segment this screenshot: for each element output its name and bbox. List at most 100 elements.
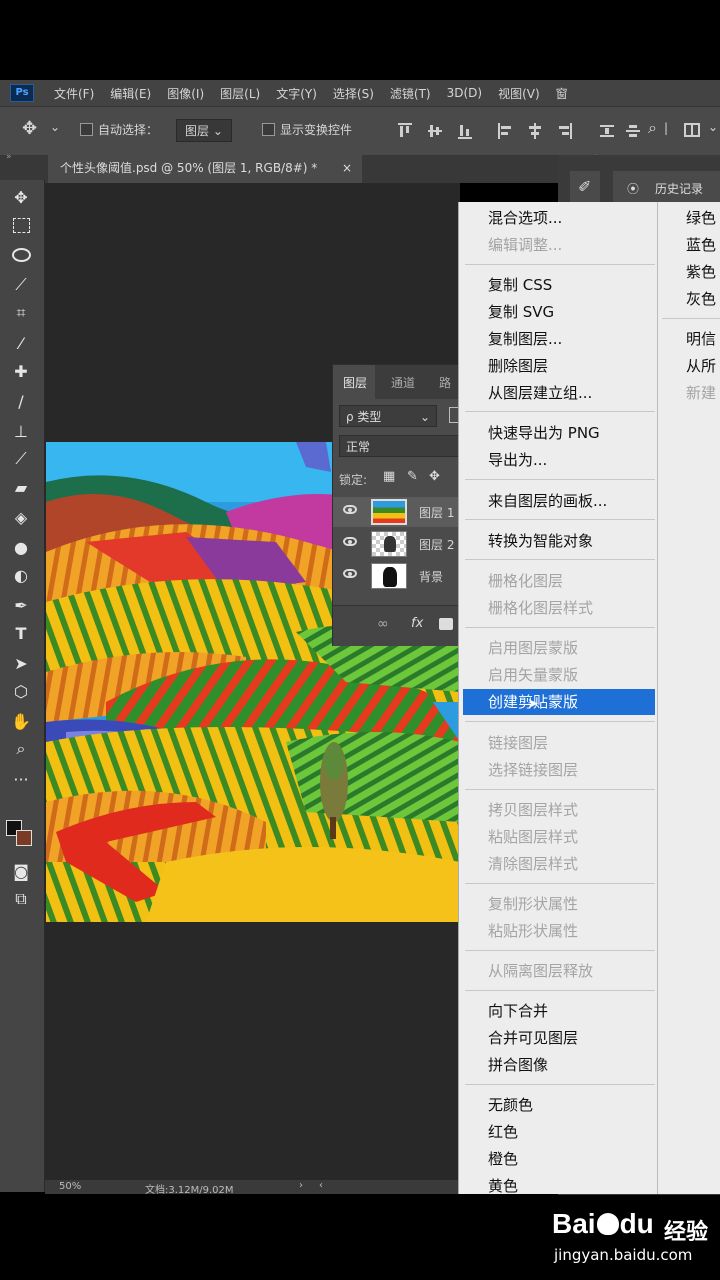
menu-image[interactable]: 图像(I) (167, 85, 204, 102)
chevron-right-icon[interactable]: › (299, 1180, 303, 1191)
screen-mode-icon[interactable]: ⧉ (10, 888, 32, 910)
menu-item[interactable]: 橙色 (488, 1149, 518, 1169)
shape-tool-icon[interactable]: ⬡ (10, 680, 32, 702)
hand-tool-icon[interactable]: ✋ (10, 710, 32, 732)
document-tab[interactable]: 个性头像阈值.psd @ 50% (图层 1, RGB/8#) * × (48, 155, 362, 183)
menu-item[interactable]: 复制 CSS (488, 275, 552, 295)
distribute-icon[interactable] (600, 123, 614, 139)
search-icon[interactable]: ⌕ (648, 118, 657, 138)
menu-bar: Ps 文件(F) 编辑(E) 图像(I) 图层(L) 文字(Y) 选择(S) 滤… (0, 80, 720, 106)
background-color-swatch[interactable] (16, 830, 32, 846)
menu-item[interactable]: 转换为智能对象 (488, 531, 593, 551)
menu-separator (465, 519, 655, 520)
paint-bucket-icon[interactable]: ◈ (10, 506, 32, 528)
collapse-arrows-icon[interactable]: » (6, 152, 12, 162)
blur-tool-icon[interactable]: ● (10, 536, 32, 558)
link-icon[interactable]: ∞ (377, 616, 389, 632)
align-vcenter-icon[interactable] (428, 123, 442, 139)
align-hcenter-icon[interactable] (528, 123, 542, 139)
menu-item[interactable]: 拼合图像 (488, 1055, 548, 1075)
quick-select-tool-icon[interactable]: ⟋ (10, 274, 32, 296)
pen-tool-icon[interactable]: ✒ (10, 594, 32, 616)
menu-item[interactable]: 删除图层 (488, 356, 548, 376)
path-select-icon[interactable]: ➤ (10, 652, 32, 674)
move-tool-icon[interactable]: ✥ (22, 118, 37, 139)
lasso-tool-icon[interactable] (10, 244, 32, 266)
tab-paths[interactable]: 路 (439, 374, 451, 391)
history-panel-tab[interactable]: ⦿ 历史记录 (613, 171, 720, 205)
eyedropper-tool-icon[interactable]: ⁄ (10, 332, 32, 354)
menu-item[interactable]: 导出为... (488, 450, 547, 470)
lock-position-icon[interactable]: ✥ (429, 469, 440, 484)
menu-item[interactable]: 合并可见图层 (488, 1028, 578, 1048)
healing-brush-icon[interactable]: ✚ (10, 360, 32, 382)
chevron-down-icon[interactable]: ⌄ (708, 120, 718, 134)
menu-item[interactable]: 灰色 (686, 289, 716, 309)
menu-item[interactable]: 复制 SVG (488, 302, 554, 322)
menu-item[interactable]: 无颜色 (488, 1095, 533, 1115)
menu-item[interactable]: 复制图层... (488, 329, 562, 349)
lock-paint-icon[interactable]: ✎ (407, 469, 418, 484)
brush-panel-icon[interactable]: ✐ (570, 171, 600, 205)
menu-layer[interactable]: 图层(L) (220, 85, 260, 102)
crop-tool-icon[interactable]: ⌗ (10, 302, 32, 324)
menu-item[interactable]: 紫色 (686, 262, 716, 282)
menu-select[interactable]: 选择(S) (333, 85, 374, 102)
menu-item[interactable]: 向下合并 (488, 1001, 548, 1021)
align-left-icon[interactable] (498, 123, 512, 139)
eye-icon[interactable] (343, 505, 357, 514)
menu-filter[interactable]: 滤镜(T) (390, 85, 431, 102)
quick-mask-icon[interactable]: ◙ (10, 860, 32, 882)
align-bottom-icon[interactable] (458, 123, 472, 139)
tab-channels[interactable]: 通道 (391, 374, 415, 391)
menu-file[interactable]: 文件(F) (54, 85, 94, 102)
menu-item[interactable]: 来自图层的画板... (488, 491, 607, 511)
distribute-vcenter-icon[interactable] (626, 123, 640, 139)
marquee-tool-icon[interactable] (10, 214, 32, 236)
menu-3d[interactable]: 3D(D) (447, 86, 482, 100)
menu-type[interactable]: 文字(Y) (276, 85, 317, 102)
workspace-icon[interactable] (684, 123, 700, 137)
blend-mode-dropdown[interactable]: 正常 (339, 435, 463, 457)
menu-edit[interactable]: 编辑(E) (110, 85, 151, 102)
dodge-tool-icon[interactable]: ◐ (10, 564, 32, 586)
chevron-down-icon[interactable]: ⌄ (50, 120, 60, 134)
show-transform-checkbox[interactable]: 显示变换控件 (262, 121, 352, 138)
auto-select-dropdown[interactable]: 图层 ⌄ (176, 119, 232, 142)
menu-item[interactable]: 蓝色 (686, 235, 716, 255)
eye-icon[interactable] (343, 537, 357, 546)
tab-layers-label: 图层 (343, 376, 368, 390)
close-icon[interactable]: × (342, 155, 352, 181)
menu-item[interactable]: 明信 (686, 329, 716, 349)
mask-icon[interactable] (439, 618, 453, 630)
align-right-icon[interactable] (558, 123, 572, 139)
history-brush-icon[interactable]: ⟋ (10, 448, 32, 470)
layer-filter-dropdown[interactable]: ρ 类型 ⌄ (339, 405, 437, 427)
menu-item[interactable]: 黄色 (488, 1176, 518, 1194)
menu-item[interactable]: 从所 (686, 356, 716, 376)
chevron-left-icon[interactable]: ‹ (319, 1180, 323, 1191)
more-tools-icon[interactable]: ··· (10, 768, 32, 790)
stamp-tool-icon[interactable]: ⊥ (10, 420, 32, 442)
menu-item[interactable]: 从图层建立组... (488, 383, 592, 403)
zoom-level[interactable]: 50% (59, 1181, 81, 1192)
eye-icon[interactable] (343, 569, 357, 578)
menu-view[interactable]: 视图(V) (498, 85, 540, 102)
brush-tool-icon[interactable]: / (10, 390, 32, 412)
type-tool-icon[interactable]: T (10, 622, 32, 644)
auto-select-checkbox[interactable]: 自动选择： (80, 121, 158, 138)
menu-window[interactable]: 窗 (556, 85, 568, 102)
eraser-tool-icon[interactable]: ▰ (10, 476, 32, 498)
menu-item[interactable]: 绿色 (686, 208, 716, 228)
menu-item[interactable]: 红色 (488, 1122, 518, 1142)
fx-icon[interactable]: fx (411, 616, 423, 631)
align-top-icon[interactable] (398, 123, 412, 139)
lock-transparent-icon[interactable]: ▦ (383, 469, 395, 484)
menu-item[interactable]: 混合选项... (488, 208, 562, 228)
layer-row[interactable]: 背景 (333, 561, 463, 591)
menu-item[interactable]: 快速导出为 PNG (488, 423, 600, 443)
zoom-tool-icon[interactable]: ⌕ (10, 738, 32, 760)
move-tool-icon[interactable]: ✥ (10, 186, 32, 208)
layer-row[interactable]: 图层 2 (333, 529, 463, 559)
layer-row[interactable]: 图层 1 (333, 497, 463, 527)
